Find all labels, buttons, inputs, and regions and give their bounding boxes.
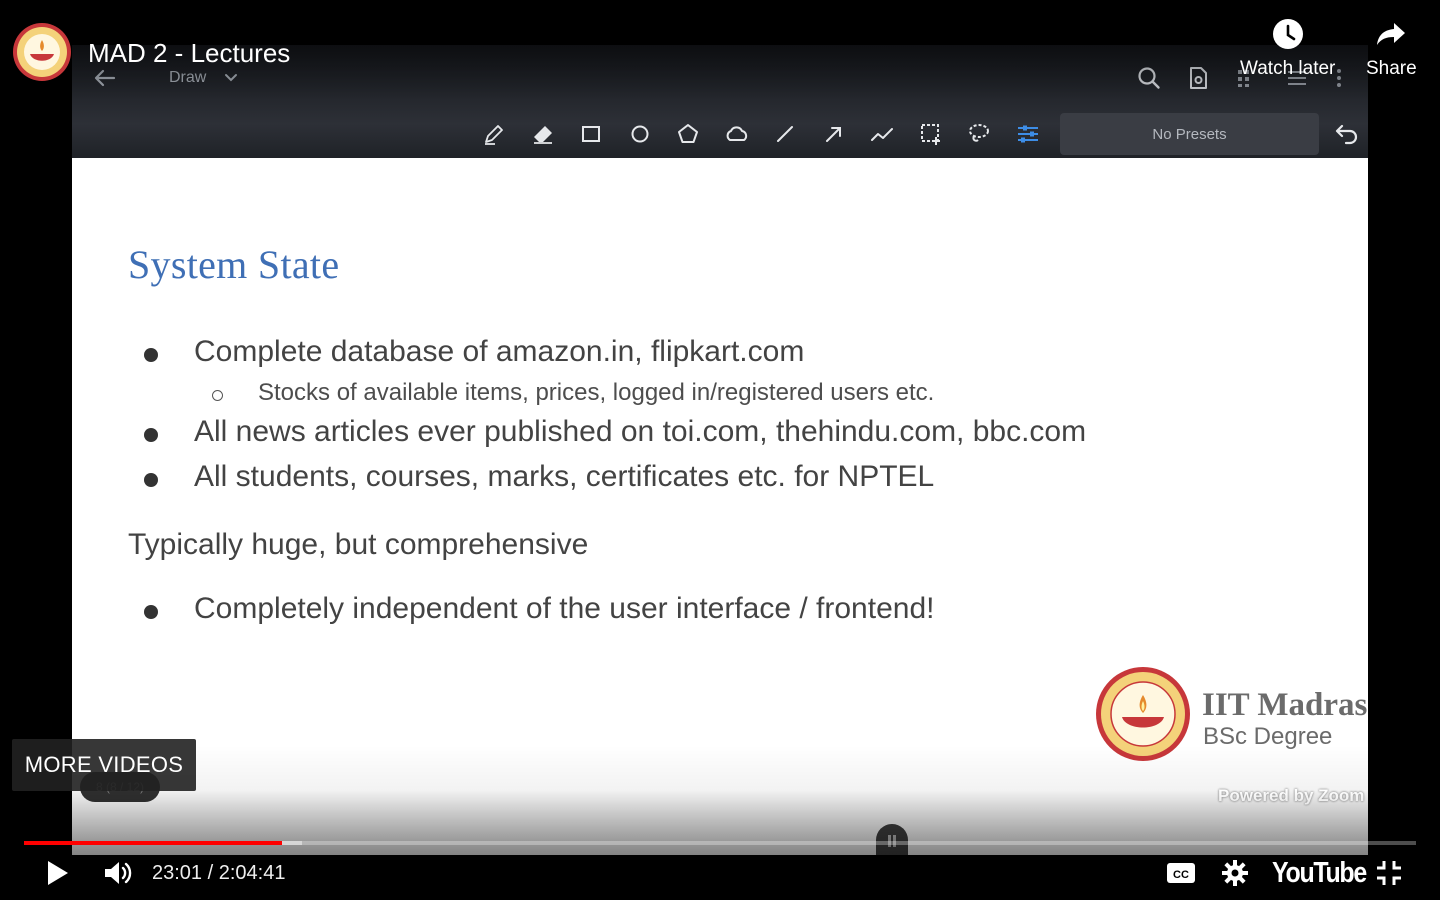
pen-icon[interactable]: [481, 121, 507, 147]
institute-subtitle: BSc Degree: [1203, 723, 1333, 750]
share-arrow-icon: [1377, 23, 1406, 45]
closed-captions-icon: CC: [1167, 863, 1195, 883]
exit-fullscreen-icon: [1377, 861, 1401, 885]
rectangle-icon[interactable]: [578, 121, 604, 147]
volume-button[interactable]: [101, 856, 135, 890]
iit-madras-logo: [1096, 667, 1190, 761]
bullet-dot: [144, 473, 158, 487]
gear-icon: [1222, 860, 1248, 886]
channel-avatar[interactable]: [12, 22, 72, 82]
draw-mode-label[interactable]: Draw: [169, 69, 206, 87]
arrow-icon[interactable]: [821, 121, 847, 147]
lasso-icon[interactable]: [966, 121, 992, 147]
slide-bullet-1: Complete database of amazon.in, flipkart…: [194, 335, 805, 368]
circle-icon[interactable]: [627, 121, 653, 147]
search-icon[interactable]: [1136, 65, 1162, 91]
settings-button[interactable]: [1218, 856, 1252, 890]
eraser-icon[interactable]: [530, 121, 556, 147]
time-display: 23:01 / 2:04:41: [152, 862, 286, 884]
clock-icon: [1272, 19, 1303, 49]
institute-name: IIT Madras: [1202, 687, 1368, 723]
play-button[interactable]: [40, 856, 74, 890]
bullet-dot: [144, 428, 158, 442]
slide-bullet-3: All students, courses, marks, certificat…: [194, 460, 935, 493]
play-icon: [48, 861, 68, 885]
more-videos-button[interactable]: MORE VIDEOS: [12, 739, 196, 791]
watch-later-label: Watch later: [1240, 58, 1336, 79]
share-label: Share: [1366, 58, 1417, 79]
cloud-icon[interactable]: [724, 121, 750, 147]
video-title[interactable]: MAD 2 - Lectures: [88, 38, 290, 69]
captions-button[interactable]: CC: [1164, 856, 1198, 890]
slide-title: System State: [128, 242, 340, 287]
share-button[interactable]: Share: [1366, 18, 1417, 80]
bullet-dot: [144, 348, 158, 362]
volume-icon: [105, 862, 132, 884]
video-frame[interactable]: Draw No Presets System State Complete da…: [72, 45, 1368, 855]
document-icon[interactable]: [1185, 65, 1211, 91]
chevron-down-icon[interactable]: [224, 71, 238, 85]
polyline-icon[interactable]: [869, 121, 895, 147]
exit-fullscreen-button[interactable]: [1372, 856, 1406, 890]
slide-bullet-2: All news articles ever published on toi.…: [194, 415, 1087, 448]
slide-statement: Typically huge, but comprehensive: [128, 528, 589, 561]
powered-by-zoom: Powered by Zoom: [1218, 786, 1365, 805]
progress-played: [24, 841, 282, 845]
undo-icon[interactable]: [1332, 121, 1360, 149]
bullet-dot: [144, 605, 158, 619]
slide-sub-bullet: Stocks of available items, prices, logge…: [258, 379, 935, 406]
line-icon[interactable]: [772, 121, 798, 147]
settings-icon[interactable]: [1015, 121, 1041, 147]
zoom-pause-tab[interactable]: [876, 824, 908, 855]
progress-bar[interactable]: [24, 841, 1416, 845]
sub-bullet-circle: [212, 390, 223, 401]
slide-bullet-4: Completely independent of the user inter…: [194, 592, 935, 625]
svg-text:CC: CC: [1173, 869, 1189, 881]
watch-later-button[interactable]: Watch later: [1240, 18, 1335, 80]
select-icon[interactable]: [918, 121, 944, 147]
pentagon-icon[interactable]: [675, 121, 701, 147]
youtube-logo[interactable]: YouTube: [1272, 857, 1367, 890]
presets-dropdown[interactable]: No Presets: [1060, 113, 1319, 155]
